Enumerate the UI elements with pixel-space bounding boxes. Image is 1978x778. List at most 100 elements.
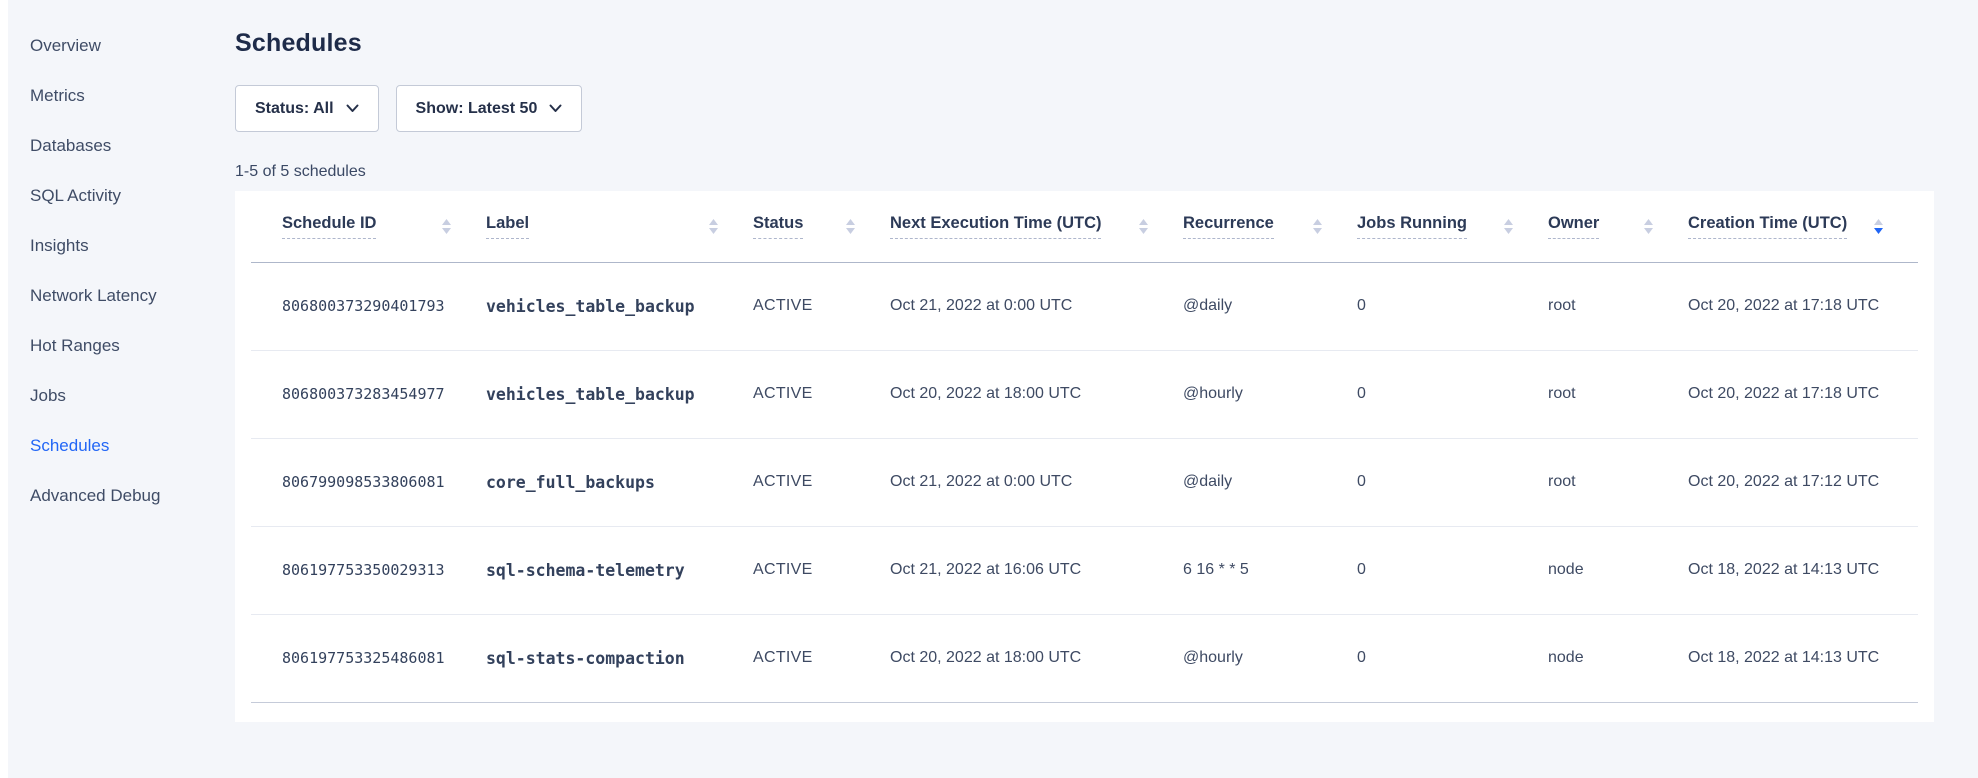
sidebar-item-label: Hot Ranges <box>30 336 120 355</box>
column-header-jobs_running: Jobs Running <box>1357 191 1548 262</box>
label-cell: vehicles_table_backup <box>486 350 753 438</box>
sidebar-item-label: Metrics <box>30 86 85 105</box>
column-header-label[interactable]: Recurrence <box>1183 214 1274 239</box>
creation-time-cell: Oct 18, 2022 at 14:13 UTC <box>1688 614 1918 702</box>
status-cell: ACTIVE <box>753 526 890 614</box>
column-header-label[interactable]: Schedule ID <box>282 214 376 239</box>
column-header-owner: Owner <box>1548 191 1688 262</box>
next-execution-cell: Oct 21, 2022 at 0:00 UTC <box>890 438 1183 526</box>
sidebar-item-network-latency[interactable]: Network Latency <box>8 271 235 321</box>
jobs-running-cell: 0 <box>1357 438 1548 526</box>
chevron-down-icon <box>549 104 562 113</box>
show-filter-label: Show: Latest 50 <box>416 100 538 118</box>
label-cell: vehicles_table_backup <box>486 262 753 350</box>
table-header-row: Schedule ID Label Status Next Execu <box>251 191 1918 262</box>
sort-icon[interactable] <box>441 218 452 235</box>
creation-time-cell: Oct 18, 2022 at 14:13 UTC <box>1688 526 1918 614</box>
recurrence-cell: @hourly <box>1183 350 1357 438</box>
recurrence-cell: @daily <box>1183 438 1357 526</box>
sidebar-item-label: Network Latency <box>30 286 157 305</box>
main-content: Schedules Status: All Show: Latest 50 1-… <box>235 0 1934 722</box>
column-header-label[interactable]: Next Execution Time (UTC) <box>890 214 1101 239</box>
column-header-label[interactable]: Creation Time (UTC) <box>1688 214 1847 239</box>
table-row: 806800373283454977 vehicles_table_backup… <box>251 350 1918 438</box>
sidebar-item-advanced-debug[interactable]: Advanced Debug <box>8 471 235 521</box>
status-cell: ACTIVE <box>753 262 890 350</box>
sidebar-item-insights[interactable]: Insights <box>8 221 235 271</box>
schedule-id-cell: 806800373283454977 <box>251 350 486 438</box>
next-execution-cell: Oct 20, 2022 at 18:00 UTC <box>890 350 1183 438</box>
next-execution-cell: Oct 21, 2022 at 0:00 UTC <box>890 262 1183 350</box>
window-edge-strip <box>0 0 8 778</box>
table-row: 806197753350029313 sql-schema-telemetry … <box>251 526 1918 614</box>
results-count: 1-5 of 5 schedules <box>235 163 1934 181</box>
recurrence-cell: 6 16 * * 5 <box>1183 526 1357 614</box>
filter-bar: Status: All Show: Latest 50 <box>235 85 1934 132</box>
sort-icon[interactable] <box>845 218 856 235</box>
sidebar-item-databases[interactable]: Databases <box>8 121 235 171</box>
jobs-running-cell: 0 <box>1357 350 1548 438</box>
sidebar-item-hot-ranges[interactable]: Hot Ranges <box>8 321 235 371</box>
status-cell: ACTIVE <box>753 350 890 438</box>
show-filter-dropdown[interactable]: Show: Latest 50 <box>396 85 583 132</box>
schedule-id-cell: 806800373290401793 <box>251 262 486 350</box>
sidebar-item-metrics[interactable]: Metrics <box>8 71 235 121</box>
sidebar-item-schedules[interactable]: Schedules <box>8 421 235 471</box>
sidebar-nav: Overview Metrics Databases SQL Activity … <box>8 21 235 521</box>
jobs-running-cell: 0 <box>1357 614 1548 702</box>
sidebar-item-label: Jobs <box>30 386 66 405</box>
sidebar-item-sql-activity[interactable]: SQL Activity <box>8 171 235 221</box>
recurrence-cell: @daily <box>1183 262 1357 350</box>
page-title: Schedules <box>235 29 1934 58</box>
column-header-label[interactable]: Label <box>486 214 529 239</box>
column-header-recurrence: Recurrence <box>1183 191 1357 262</box>
sort-icon[interactable] <box>1312 218 1323 235</box>
sidebar-item-label: Databases <box>30 136 111 155</box>
column-header-label[interactable]: Status <box>753 214 803 239</box>
status-filter-dropdown[interactable]: Status: All <box>235 85 379 132</box>
owner-cell: node <box>1548 526 1688 614</box>
column-header-label[interactable]: Jobs Running <box>1357 214 1467 239</box>
owner-cell: root <box>1548 350 1688 438</box>
schedules-table: Schedule ID Label Status Next Execu <box>251 191 1918 703</box>
sidebar-item-label: SQL Activity <box>30 186 121 205</box>
next-execution-cell: Oct 20, 2022 at 18:00 UTC <box>890 614 1183 702</box>
label-cell: sql-schema-telemetry <box>486 526 753 614</box>
creation-time-cell: Oct 20, 2022 at 17:12 UTC <box>1688 438 1918 526</box>
sort-icon[interactable] <box>1503 218 1514 235</box>
column-header-next_execution: Next Execution Time (UTC) <box>890 191 1183 262</box>
owner-cell: root <box>1548 438 1688 526</box>
owner-cell: node <box>1548 614 1688 702</box>
next-execution-cell: Oct 21, 2022 at 16:06 UTC <box>890 526 1183 614</box>
chevron-down-icon <box>346 104 359 113</box>
sidebar-item-label: Schedules <box>30 436 109 455</box>
sidebar-item-label: Overview <box>30 36 101 55</box>
status-cell: ACTIVE <box>753 438 890 526</box>
column-header-label[interactable]: Owner <box>1548 214 1599 239</box>
owner-cell: root <box>1548 262 1688 350</box>
schedule-id-cell: 806799098533806081 <box>251 438 486 526</box>
recurrence-cell: @hourly <box>1183 614 1357 702</box>
schedules-table-card: Schedule ID Label Status Next Execu <box>235 191 1934 722</box>
status-filter-label: Status: All <box>255 100 334 118</box>
sort-icon[interactable] <box>1643 218 1654 235</box>
schedule-id-cell: 806197753350029313 <box>251 526 486 614</box>
column-header-creation_time: Creation Time (UTC) <box>1688 191 1918 262</box>
schedule-id-cell: 806197753325486081 <box>251 614 486 702</box>
jobs-running-cell: 0 <box>1357 526 1548 614</box>
sort-icon[interactable] <box>1138 218 1149 235</box>
sidebar-item-jobs[interactable]: Jobs <box>8 371 235 421</box>
table-row: 806799098533806081 core_full_backups ACT… <box>251 438 1918 526</box>
table-row: 806197753325486081 sql-stats-compaction … <box>251 614 1918 702</box>
sort-icon[interactable] <box>1873 218 1884 235</box>
creation-time-cell: Oct 20, 2022 at 17:18 UTC <box>1688 350 1918 438</box>
table-row: 806800373290401793 vehicles_table_backup… <box>251 262 1918 350</box>
jobs-running-cell: 0 <box>1357 262 1548 350</box>
column-header-status: Status <box>753 191 890 262</box>
sidebar-item-label: Advanced Debug <box>30 486 160 505</box>
label-cell: sql-stats-compaction <box>486 614 753 702</box>
sort-icon[interactable] <box>708 218 719 235</box>
sidebar-item-overview[interactable]: Overview <box>8 21 235 71</box>
creation-time-cell: Oct 20, 2022 at 17:18 UTC <box>1688 262 1918 350</box>
sidebar-item-label: Insights <box>30 236 89 255</box>
